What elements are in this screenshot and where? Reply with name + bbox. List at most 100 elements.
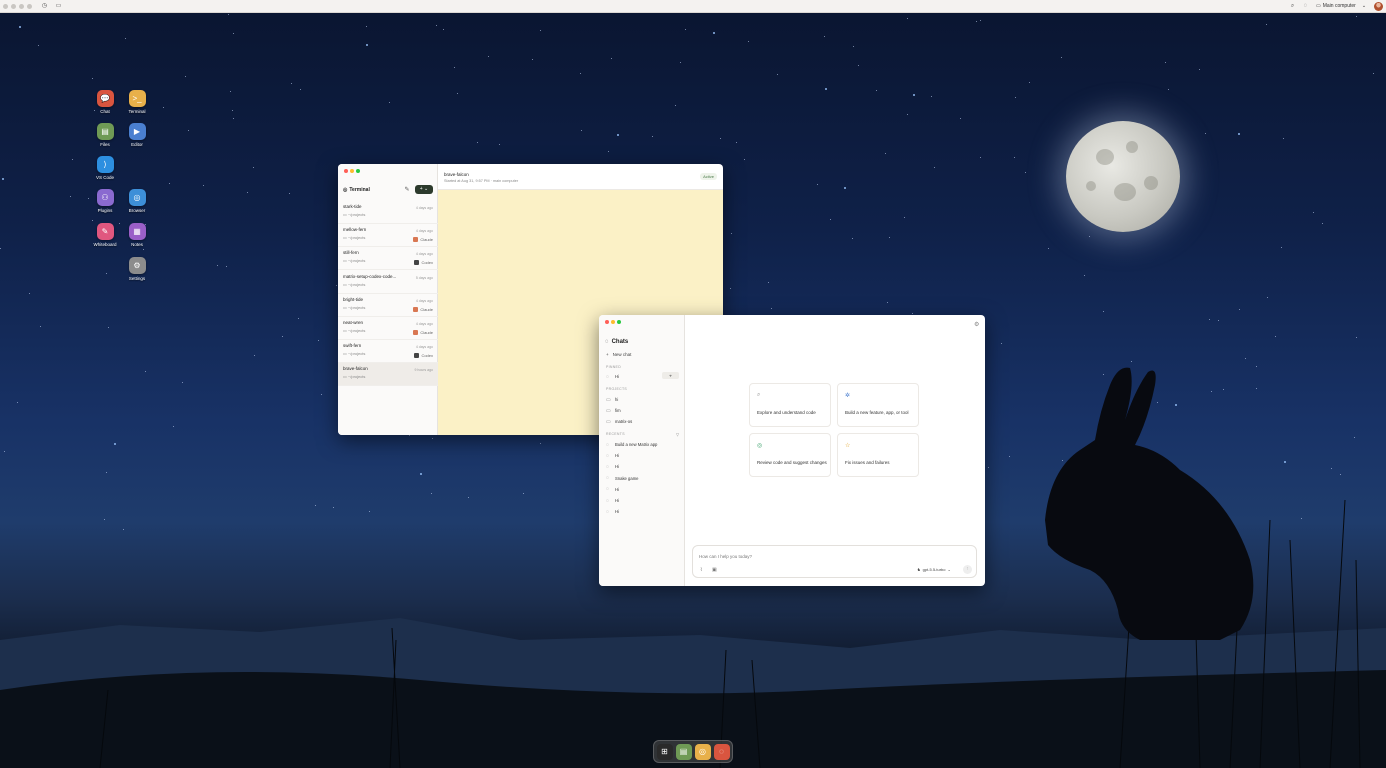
display-icon[interactable]: ▭ bbox=[55, 3, 62, 10]
card-label: Review code and suggest changes bbox=[757, 460, 827, 465]
terminal-title: ◎ Terminal bbox=[343, 187, 370, 193]
filter-icon[interactable]: ▽ bbox=[676, 432, 679, 437]
minimize-button[interactable] bbox=[611, 320, 615, 324]
session-item[interactable]: neat-wren ▭ ~/projects 4 days ago Claude bbox=[338, 317, 438, 340]
agent-badge: Codex bbox=[414, 260, 433, 266]
suggestion-card[interactable]: ✲ Build a new feature, app, or tool bbox=[837, 383, 919, 427]
session-dir-text: ~/projects bbox=[347, 374, 366, 380]
session-item[interactable]: stark-tide ▭ ~/projects 4 days ago bbox=[338, 201, 438, 224]
fix-icon: ☆ bbox=[845, 443, 851, 449]
send-button[interactable]: ↑ bbox=[963, 565, 972, 574]
message-icon[interactable]: ◌ bbox=[1302, 3, 1309, 10]
maximize-button[interactable] bbox=[617, 320, 621, 324]
computer-selector[interactable]: ▭ Main computer ⌄ bbox=[1316, 3, 1366, 9]
recents-item[interactable]: ◌ Snake game bbox=[606, 474, 680, 483]
item-label: Build a new Matrix app bbox=[615, 442, 658, 447]
dock-terminal-icon[interactable]: ◎ bbox=[694, 743, 711, 760]
item-label: Hi bbox=[615, 453, 619, 459]
session-item[interactable]: bright-tide ▭ ~/projects 4 days ago Claude bbox=[338, 294, 438, 317]
session-time: 9 hours ago bbox=[414, 368, 434, 373]
model-icon: ♞ bbox=[917, 567, 921, 572]
prompt-box[interactable]: How can I help you today? ⌇ ▣ ♞ gpt-5.5-… bbox=[692, 545, 977, 578]
desktop-icon-settings[interactable]: ⚙ Settings bbox=[124, 257, 150, 281]
desktop-icon-vs-code[interactable]: ⟩ VS Code bbox=[92, 156, 118, 180]
desktop-icon-chat[interactable]: 💬 Chat bbox=[92, 90, 118, 114]
window-dot-4[interactable] bbox=[27, 3, 32, 9]
browser-icon: ◎ bbox=[128, 189, 146, 206]
vscode-icon: ⟩ bbox=[96, 156, 114, 173]
agent-name: Codex bbox=[421, 353, 433, 359]
suggestion-card[interactable]: ◎ Review code and suggest changes bbox=[749, 433, 831, 477]
suggestion-card[interactable]: ⌕ Explore and understand code bbox=[749, 383, 831, 427]
chat-bubble-icon: ◌ bbox=[605, 339, 609, 345]
recents-item[interactable]: ◌ Hi bbox=[606, 485, 680, 494]
item-label: Hi bbox=[615, 498, 619, 503]
minimize-button[interactable] bbox=[350, 169, 354, 173]
recents-item[interactable]: ◌ Hi bbox=[606, 451, 680, 460]
maximize-button[interactable] bbox=[356, 169, 360, 173]
window-dot-1[interactable] bbox=[3, 3, 8, 9]
avatar[interactable] bbox=[1374, 2, 1383, 11]
session-item[interactable]: matrix-setup-codex-code... ▭ ~/projects 5 … bbox=[338, 271, 438, 294]
search-icon[interactable]: ⌕ bbox=[1289, 3, 1296, 10]
session-item[interactable]: mellow-fern ▭ ~/projects 4 days ago Claude bbox=[338, 224, 438, 248]
desktop-icon-editor[interactable]: ▶ Editor bbox=[124, 123, 150, 147]
agent-badge: Codex bbox=[414, 353, 433, 359]
session-item[interactable]: swift-fern ▭ ~/projects 4 days ago Codex bbox=[338, 340, 438, 364]
projects-header: PROJECTS bbox=[606, 387, 628, 391]
desktop-icon-files[interactable]: ▤ Files bbox=[92, 123, 118, 147]
terminal-icon: >_ bbox=[128, 90, 146, 107]
projects-item[interactable]: ▭ matrix-os bbox=[606, 417, 680, 426]
session-time: 5 days ago bbox=[415, 275, 433, 280]
chat-bubble-icon: ◌ bbox=[606, 508, 609, 515]
suggestion-card[interactable]: ☆ Fix issues and failures bbox=[837, 433, 919, 477]
agent-name: Claude bbox=[420, 237, 433, 243]
recents-item[interactable]: ◌ Hi bbox=[606, 462, 680, 471]
folder-icon: ▭ bbox=[606, 396, 611, 403]
session-time: 4 days ago bbox=[415, 345, 433, 350]
dock-chat-icon[interactable]: ◌ bbox=[713, 743, 730, 760]
folder-icon: ▭ bbox=[606, 407, 611, 414]
screenshot-icon[interactable]: ▣ bbox=[712, 567, 717, 573]
desktop-icon-whiteboard[interactable]: ✎ Whiteboard bbox=[92, 223, 118, 247]
dock-files-icon[interactable]: ▤ bbox=[675, 743, 692, 760]
session-item[interactable]: still-fern ▭ ~/projects 4 days ago Codex bbox=[338, 247, 438, 271]
desktop-icon-label: Editor bbox=[131, 142, 143, 147]
projects-item[interactable]: ▭ fim bbox=[606, 406, 680, 415]
pin-icon[interactable]: ⌖ bbox=[662, 372, 679, 379]
card-label: Explore and understand code bbox=[757, 410, 816, 415]
chat-bubble-icon: ◌ bbox=[606, 452, 609, 459]
desktop-icon-notes[interactable]: ▦ Notes bbox=[124, 223, 150, 247]
session-dir: ▭ ~/projects bbox=[343, 212, 366, 217]
new-session-button[interactable]: + ⌄ bbox=[415, 185, 433, 194]
chevron-down-icon: ⌄ bbox=[1361, 3, 1367, 9]
desktop-icon-terminal[interactable]: >_ Terminal bbox=[124, 90, 150, 114]
recents-item[interactable]: ◌ Hi bbox=[606, 507, 680, 516]
close-button[interactable] bbox=[605, 320, 609, 324]
edit-icon[interactable]: ✎ bbox=[403, 186, 411, 194]
item-label: fim bbox=[615, 408, 621, 414]
dock-grid-icon[interactable]: ⊞ bbox=[656, 743, 673, 760]
prompt-placeholder[interactable]: How can I help you today? bbox=[699, 554, 752, 559]
session-item[interactable]: brave-falcon ▭ ~/projects 9 hours ago bbox=[338, 363, 438, 387]
desktop-icon-browser[interactable]: ◎ Browser bbox=[124, 189, 150, 213]
recents-item[interactable]: ◌ Build a new Matrix app bbox=[606, 440, 680, 449]
session-dir-text: ~/projects bbox=[347, 258, 366, 264]
desktop-icon-plugins[interactable]: ⚇ Plugins bbox=[92, 189, 118, 213]
agent-badge: Claude bbox=[413, 237, 433, 243]
chevron-down-icon: ⌄ bbox=[947, 567, 951, 572]
chat-bubble-icon: ◌ bbox=[606, 497, 609, 504]
settings-icon[interactable]: ⚙ bbox=[974, 321, 979, 328]
close-button[interactable] bbox=[344, 169, 348, 173]
desktop-icon-label: Whiteboard bbox=[93, 242, 117, 247]
attach-icon[interactable]: ⌇ bbox=[700, 567, 702, 573]
history-icon[interactable]: ◷ bbox=[41, 3, 48, 10]
window-dot-3[interactable] bbox=[19, 3, 24, 9]
recents-item[interactable]: ◌ Hi bbox=[606, 496, 680, 505]
monitor-icon: ▭ bbox=[1316, 3, 1321, 9]
window-dot-2[interactable] bbox=[11, 3, 16, 9]
session-title: brave-falcon bbox=[444, 172, 469, 177]
new-chat-button[interactable]: + New chat bbox=[606, 352, 631, 357]
model-selector[interactable]: ♞ gpt-5.5-turbo ⌄ bbox=[917, 567, 951, 572]
projects-item[interactable]: ▭ hi bbox=[606, 395, 680, 404]
